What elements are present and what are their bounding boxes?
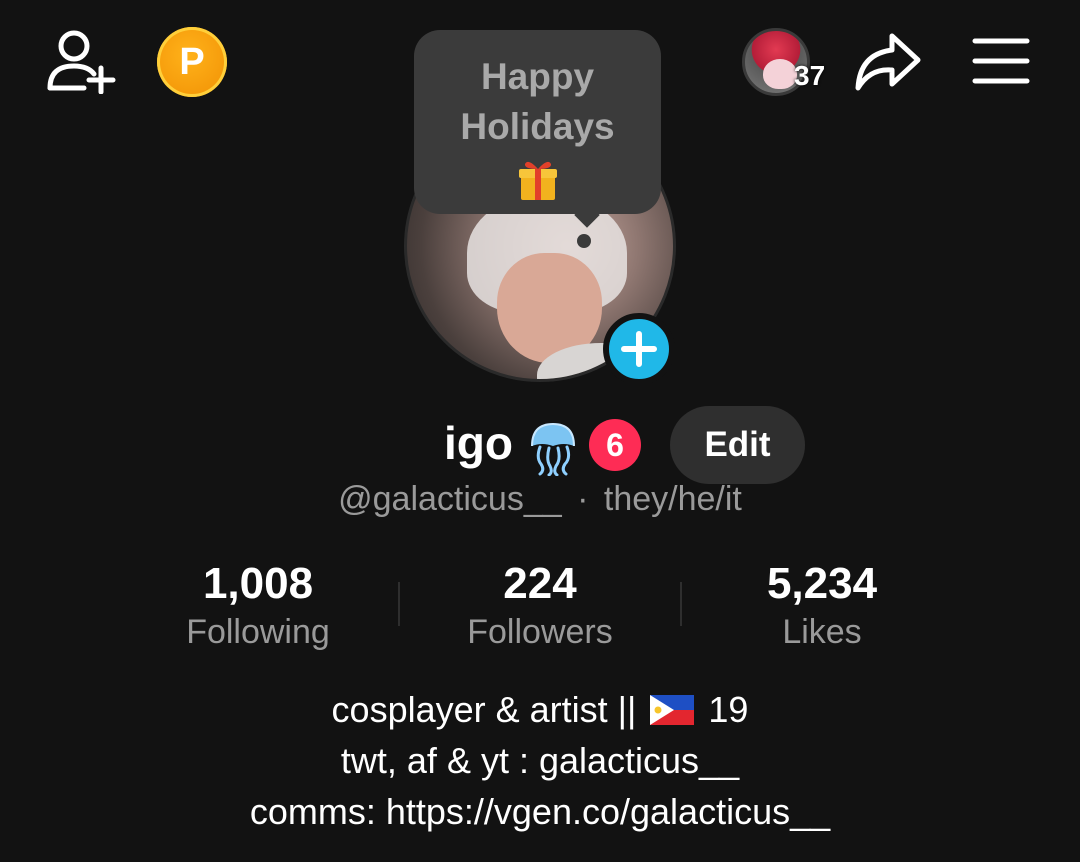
- share-icon: [855, 33, 921, 91]
- gift-icon: [518, 161, 557, 200]
- bio-age: 19: [708, 689, 749, 730]
- share-button[interactable]: [850, 28, 926, 96]
- separator-dot: ·: [577, 480, 589, 518]
- profile-views-button[interactable]: 37: [740, 26, 836, 98]
- jellyfish-icon: [531, 422, 575, 476]
- points-button[interactable]: P: [157, 27, 227, 97]
- tooltip-dot: [577, 234, 591, 248]
- following-label: Following: [186, 613, 330, 651]
- bio-line-2: twt, af & yt : galacticus__: [340, 740, 740, 781]
- bio-line-1-text: cosplayer & artist ||: [331, 689, 637, 730]
- followers-count: 224: [503, 559, 577, 608]
- stat-divider: [398, 582, 400, 626]
- plus-icon: [621, 331, 657, 367]
- badge-count[interactable]: 6: [589, 419, 641, 471]
- add-friend-icon: [47, 30, 116, 94]
- display-name: igo: [444, 417, 513, 469]
- likes-count: 5,234: [766, 559, 878, 608]
- stat-followers[interactable]: 224 Followers: [415, 558, 665, 654]
- followers-label: Followers: [467, 613, 613, 651]
- bio-line-1: cosplayer & artist || 19: [0, 684, 1080, 735]
- viewer-avatar-face: [763, 59, 797, 89]
- holiday-tooltip[interactable]: Happy Holidays: [414, 30, 661, 214]
- points-icon: P: [179, 41, 205, 83]
- handle-line: @galacticus__ · they/he/it: [0, 480, 1080, 519]
- bio: cosplayer & artist || 19 twt, af & yt : …: [0, 684, 1080, 837]
- name-row: igo 6 Edit: [0, 406, 1080, 484]
- philippines-flag-icon: [650, 695, 695, 725]
- edit-profile-button[interactable]: Edit: [670, 406, 805, 484]
- bio-link[interactable]: comms: https://vgen.co/galacticus__: [0, 786, 1080, 837]
- menu-button[interactable]: [970, 30, 1032, 92]
- add-story-button[interactable]: [603, 313, 675, 385]
- profile-screen: P Happy Holidays 37 igo 6 Edit @galactic…: [0, 0, 1080, 862]
- username-handle: @galacticus__: [338, 480, 562, 518]
- stat-divider: [680, 582, 682, 626]
- profile-views-count: 37: [794, 60, 826, 91]
- tooltip-line-2: Holidays: [460, 106, 615, 147]
- following-count: 1,008: [202, 559, 314, 608]
- stat-likes[interactable]: 5,234 Likes: [697, 558, 947, 654]
- likes-label: Likes: [782, 613, 862, 651]
- menu-icon: [972, 38, 1030, 84]
- add-friend-button[interactable]: [44, 28, 118, 94]
- stat-following[interactable]: 1,008 Following: [133, 558, 383, 654]
- pronouns: they/he/it: [603, 480, 742, 518]
- tooltip-line-1: Happy: [480, 56, 595, 97]
